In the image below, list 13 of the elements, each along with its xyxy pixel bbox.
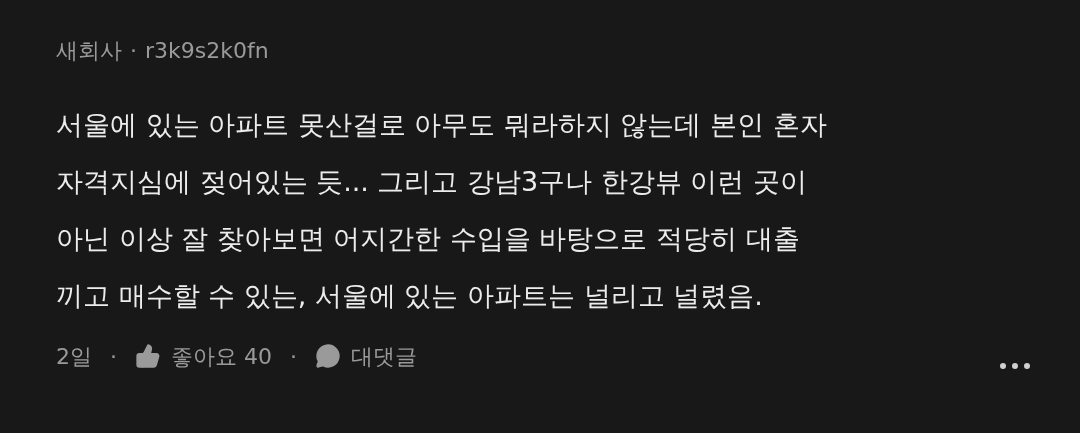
thumbs-up-icon <box>135 343 161 369</box>
more-icon <box>1000 363 1030 369</box>
separator-dot: · <box>290 342 297 371</box>
separator-dot: · <box>110 342 117 371</box>
reply-button[interactable]: 대댓글 <box>315 339 417 373</box>
post-time: 2일 <box>56 342 92 371</box>
user-id: r3k9s2k0fn <box>145 36 269 65</box>
separator-dot: · <box>130 36 137 65</box>
more-button[interactable] <box>1000 363 1030 369</box>
speech-bubble-icon <box>315 343 341 369</box>
comment-text: 서울에 있는 아파트 못산걸로 아무도 뭐라하지 않는데 본인 혼자 자격지심에 젖어있는 듯... 그리고 강남3구나 한강뷰 이런 곳이 아닌 이상 잘 찾아보면 어지간한 수입을 바탕으로 적당히 대출 끼고 매수할 수 있는, 서울에 있는 아파트는 널리고 널렸음. <box>56 108 828 313</box>
author-name[interactable]: 새회사 <box>56 33 122 67</box>
like-button[interactable]: 좋아요 40 <box>135 339 272 373</box>
